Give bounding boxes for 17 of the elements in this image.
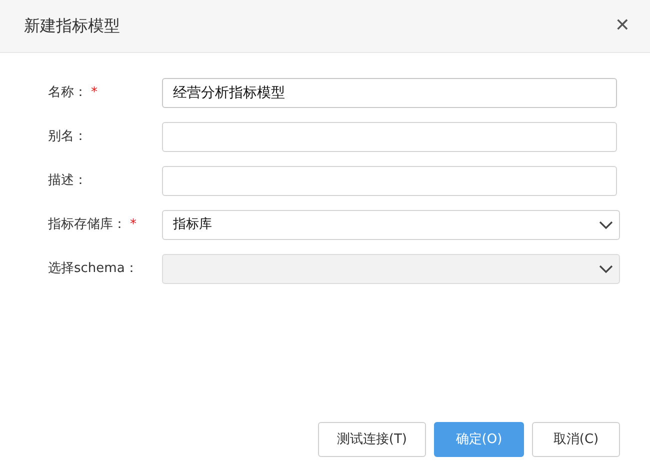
dialog-button[interactable]: 测试连接(T) bbox=[318, 422, 426, 457]
text-field[interactable] bbox=[162, 122, 617, 152]
dialog-title: 新建指标模型 bbox=[24, 15, 120, 37]
field-label: 名称： bbox=[48, 85, 87, 100]
field-label: 描述： bbox=[48, 173, 87, 188]
required-mark: * bbox=[130, 217, 136, 232]
field-label: 指标存储库： bbox=[48, 217, 126, 232]
chevron-down-icon bbox=[599, 264, 613, 274]
dialog-button[interactable]: 取消(C) bbox=[532, 422, 620, 457]
select-field[interactable]: 指标库 bbox=[162, 210, 620, 240]
text-field[interactable]: 经营分析指标模型 bbox=[162, 78, 617, 108]
text-field[interactable] bbox=[162, 166, 617, 196]
field-label: 选择schema： bbox=[48, 261, 138, 276]
required-mark: * bbox=[91, 85, 98, 100]
field-label: 别名： bbox=[48, 129, 87, 144]
close-button[interactable]: ✕ bbox=[614, 17, 630, 35]
chevron-down-icon bbox=[599, 220, 613, 230]
